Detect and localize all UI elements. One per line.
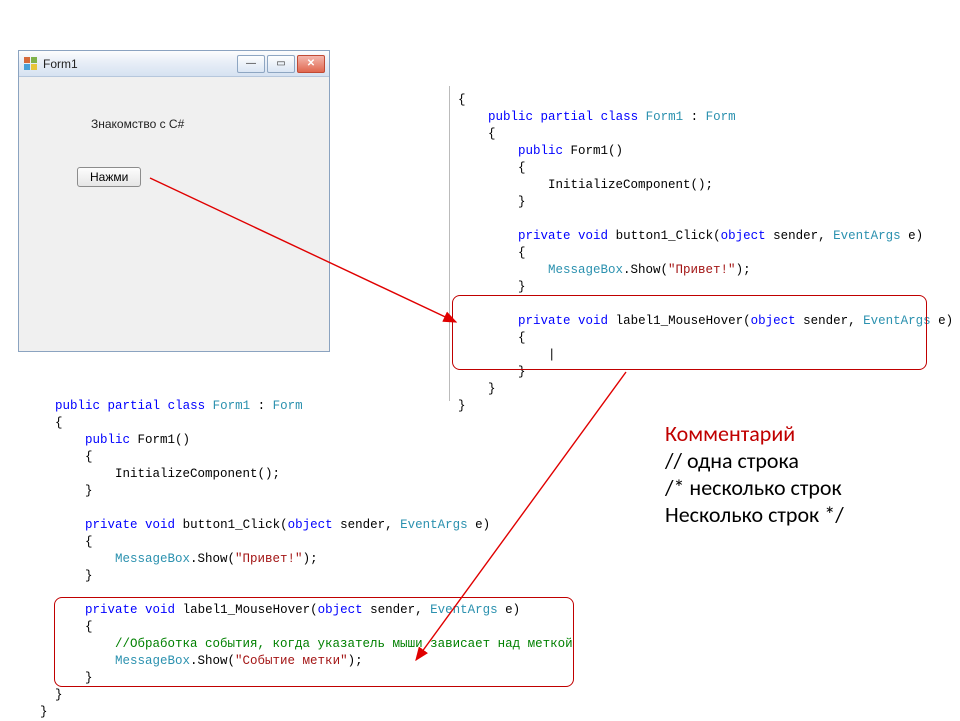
callout-bottom xyxy=(54,597,574,687)
commentary-line2: /* несколько строк xyxy=(665,474,844,501)
callout-top xyxy=(452,295,927,370)
close-button[interactable]: ✕ xyxy=(297,55,325,73)
titlebar[interactable]: Form1 — ▭ ✕ xyxy=(19,51,329,77)
commentary-header: Комментарий xyxy=(665,420,844,447)
minimize-button[interactable]: — xyxy=(237,55,265,73)
form-body: Знакомство с C# Нажми xyxy=(19,77,329,351)
commentary-sidebar: Комментарий // одна строка /* несколько … xyxy=(665,420,844,528)
commentary-line3: Несколько строк */ xyxy=(665,501,844,528)
maximize-button[interactable]: ▭ xyxy=(267,55,295,73)
app-icon xyxy=(23,57,37,71)
commentary-line1: // одна строка xyxy=(665,447,844,474)
form-window: Form1 — ▭ ✕ Знакомство с C# Нажми xyxy=(18,50,330,352)
button1[interactable]: Нажми xyxy=(77,167,141,187)
label1[interactable]: Знакомство с C# xyxy=(91,117,184,131)
code-gutter xyxy=(449,86,450,401)
window-title: Form1 xyxy=(43,57,78,71)
